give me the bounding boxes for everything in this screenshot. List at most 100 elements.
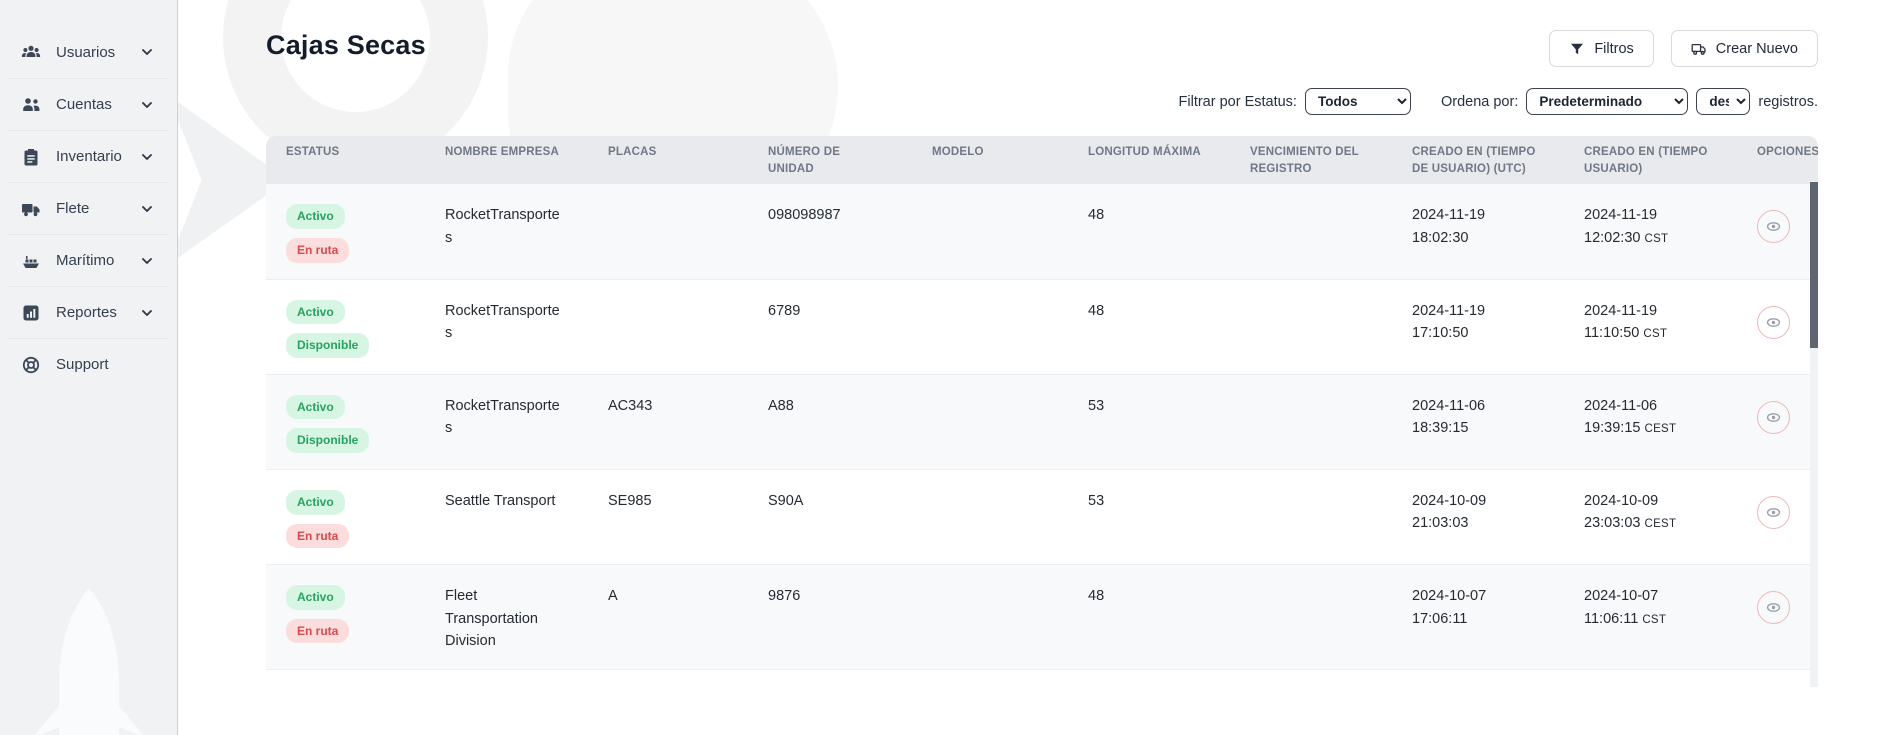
timezone-label: CEST [1644,423,1676,435]
chevron-down-icon [139,44,155,60]
created-utc-cell: 2024-11-1917:10:50 [1392,300,1564,345]
sidebar: Usuarios Cuentas Inventario Flete Maríti… [0,0,178,735]
filter-status-select[interactable]: Todos [1305,88,1411,115]
table-row: ActivoDisponibleFr8App NetworkR8965R8A48… [266,669,1818,688]
sidebar-item-maritimo[interactable]: Marítimo [8,234,169,286]
created-utc-cell: 2024-10-0717:06:11 [1392,585,1564,630]
view-details-button[interactable] [1757,306,1790,339]
status-badge: Activo [286,490,345,515]
max-length-cell: 48 [1068,300,1230,322]
status-badge: Disponible [286,333,369,358]
page-title: Cajas Secas [266,30,426,61]
created-utc-cell: 2024-11-0618:39:15 [1392,395,1564,440]
create-new-button[interactable]: Crear Nuevo [1671,30,1818,67]
table-body: ActivoEn rutaRocketTransportes0980989874… [266,184,1818,687]
accounts-icon [20,94,42,116]
created-utc-cell: 2024-11-1918:02:30 [1392,204,1564,249]
created-user-time-cell: 2024-11-1911:10:50 CST [1564,300,1737,345]
status-badge: En ruta [286,524,349,549]
sidebar-item-reportes[interactable]: Reportes [8,286,169,338]
filter-funnel-icon [1569,41,1585,57]
table-row: Activo En ruta Fleet Transportation Divisi… [266,564,1818,668]
sidebar-item-label: Reportes [56,304,139,321]
status-badge: En ruta [286,619,349,644]
column-header: Longitud Máxima [1068,144,1230,161]
filters-button[interactable]: Filtros [1549,30,1653,67]
sidebar-item-label: Flete [56,200,139,217]
status-cell: Activo En ruta [266,490,425,548]
sidebar-item-support[interactable]: Support [8,338,169,390]
eye-icon [1765,218,1782,235]
unit-number-cell: 9876 [748,585,912,607]
filter-status-label: Filtrar por Estatus: [1179,94,1297,110]
status-badge: Activo [286,585,345,610]
plates-cell: AC343 [588,395,748,417]
chevron-down-icon [139,149,155,165]
users-group-icon [20,41,42,63]
max-length-cell: 53 [1068,490,1230,512]
sidebar-item-label: Support [56,356,155,373]
options-cell [1737,395,1818,434]
options-cell [1737,300,1818,339]
sidebar-nav: Usuarios Cuentas Inventario Flete Maríti… [0,0,177,390]
eye-icon [1765,504,1782,521]
timezone-label: CST [1643,328,1667,340]
column-header: Placas [588,144,748,161]
options-cell [1737,204,1818,243]
sidebar-item-usuarios[interactable]: Usuarios [0,26,177,78]
sidebar-item-cuentas[interactable]: Cuentas [8,78,169,130]
status-badge: Disponible [286,428,369,453]
table-scrollbar-thumb[interactable] [1810,182,1818,348]
status-cell: ActivoDisponible [266,300,425,358]
column-header: Opciones [1737,144,1818,161]
table-scrollbar[interactable] [1810,181,1818,687]
created-user-time-cell: 2024-10-0711:06:11 CST [1564,585,1737,630]
options-cell [1737,490,1818,529]
timezone-label: CEST [1644,518,1676,530]
plates-cell: A [588,585,748,607]
view-details-button[interactable] [1757,401,1790,434]
chevron-down-icon [139,201,155,217]
sidebar-item-label: Cuentas [56,96,139,113]
records-label: registros. [1758,94,1818,110]
chevron-down-icon [139,305,155,321]
sidebar-item-label: Inventario [56,148,139,165]
sidebar-item-flete[interactable]: Flete [8,182,169,234]
unit-number-cell: S90A [748,490,912,512]
view-details-button[interactable] [1757,210,1790,243]
column-header: Creado en (Tiempo Usuario) [1564,144,1737,177]
company-name-cell: Fleet Transportation Division [425,585,588,652]
truck-icon [1691,41,1707,57]
column-header: Vencimiento del Registro [1230,144,1392,177]
sidebar-item-label: Marítimo [56,252,139,269]
table-toolbar: Filtrar por Estatus: Todos Ordena por: P… [266,88,1818,115]
ship-icon [20,250,42,272]
status-cell: Activo En ruta [266,585,425,643]
truck-icon [20,198,42,220]
order-by-label: Ordena por: [1441,94,1518,110]
table-row: ActivoDisponibleRocketTransportes6789482… [266,279,1818,374]
max-length-cell: 48 [1068,204,1230,226]
options-cell [1737,585,1818,624]
chevron-down-icon [139,253,155,269]
column-header: Nombre Empresa [425,144,588,161]
rocket-watermark [14,580,164,735]
max-length-cell: 48 [1068,585,1230,607]
order-direction-select[interactable]: desc [1696,88,1750,115]
created-user-time-cell: 2024-11-0619:39:15 CEST [1564,395,1737,440]
table-header-row: EstatusNombre EmpresaPlacasNúmero de Uni… [266,136,1818,184]
column-header: Modelo [912,144,1068,161]
view-details-button[interactable] [1757,591,1790,624]
created-user-time-cell: 2024-10-0923:03:03 CEST [1564,490,1737,535]
sidebar-item-label: Usuarios [56,44,139,61]
order-by-select[interactable]: Predeterminado [1526,88,1688,115]
company-name-cell: RocketTransportes [425,204,588,249]
eye-icon [1765,314,1782,331]
reports-icon [20,302,42,324]
view-details-button[interactable] [1757,496,1790,529]
table-row: ActivoEn rutaSeattle TransportSE985S90A5… [266,469,1818,564]
sidebar-item-inventario[interactable]: Inventario [8,130,169,182]
column-header: Número de Unidad [748,144,912,177]
support-icon [20,354,42,376]
unit-number-cell: 6789 [748,300,912,322]
